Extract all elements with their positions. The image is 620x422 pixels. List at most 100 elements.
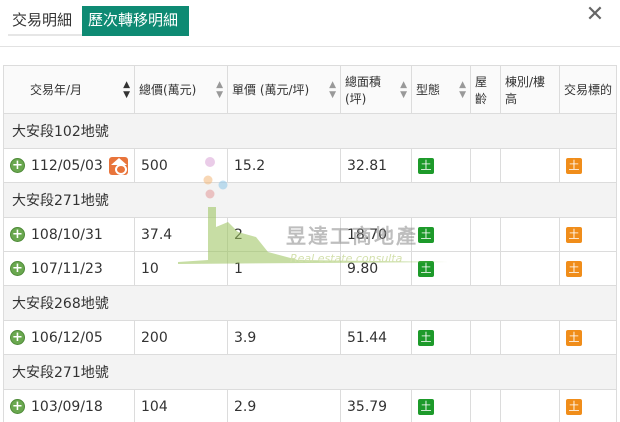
group-row: 大安段102地號 (3, 113, 617, 149)
unit-price-cell: 2 (227, 217, 341, 252)
land-type-badge: 土 (418, 261, 434, 277)
target-cell: 土 (559, 217, 617, 252)
land-target-badge: 土 (566, 261, 582, 277)
total-cell: 37.4 (134, 217, 228, 252)
area-cell: 51.44 (340, 320, 412, 355)
column-header-unit-price[interactable]: 單價 (萬元/坪) ▲ ▼ (227, 65, 341, 114)
header-divider (0, 46, 620, 47)
group-label: 大安段268地號 (3, 285, 617, 321)
type-cell: 土 (411, 251, 471, 286)
unit-price-cell: 2.9 (227, 389, 341, 422)
group-label: 大安段271地號 (3, 182, 617, 218)
date-value: 112/05/03 (31, 157, 103, 174)
date-value: 108/10/31 (31, 226, 103, 243)
floor-cell (500, 148, 560, 183)
column-header-floor: 棟別/樓高 (500, 65, 560, 114)
column-header-area[interactable]: 總面積 (坪) ▲ ▼ (340, 65, 412, 114)
type-cell: 土 (411, 148, 471, 183)
column-header-label: 型態 (416, 83, 441, 97)
group-row: 大安段271地號 (3, 354, 617, 390)
type-cell: 土 (411, 320, 471, 355)
floor-cell (500, 389, 560, 422)
date-value: 107/11/23 (31, 260, 103, 277)
date-cell: +107/11/23 (3, 251, 135, 286)
unit-price-cell: 3.9 (227, 320, 341, 355)
type-cell: 土 (411, 217, 471, 252)
expand-plus-icon[interactable]: + (10, 158, 25, 173)
group-row: 大安段268地號 (3, 285, 617, 321)
column-header-target: 交易標的 (559, 65, 617, 114)
transfer-table: 交易年/月 ▲ ▼ 總價(萬元) ▲ ▼ 單價 (萬元/坪) ▲ ▼ 總面積 (坪) ▲ ▼ 型… (3, 65, 617, 422)
column-header-total[interactable]: 總價(萬元) ▲ ▼ (134, 65, 228, 114)
tab-transfer-history[interactable]: 歷次轉移明細 (82, 6, 189, 36)
table-row: +103/09/18 104 2.9 35.79 土 土 (3, 389, 617, 422)
target-cell: 土 (559, 251, 617, 286)
land-target-badge: 土 (566, 330, 582, 346)
column-header-age: 屋齡 (470, 65, 501, 114)
expand-plus-icon[interactable]: + (10, 261, 25, 276)
land-type-badge: 土 (418, 158, 434, 174)
floor-cell (500, 217, 560, 252)
sort-icon: ▲ ▼ (400, 79, 407, 100)
total-cell: 104 (134, 389, 228, 422)
close-icon[interactable]: ✕ (584, 4, 606, 26)
tab-bar: 交易明細 歷次轉移明細 (8, 6, 189, 36)
sort-icon: ▲ ▼ (459, 79, 466, 100)
column-header-label: 交易年/月 (30, 83, 83, 97)
column-header-label: 總面積 (坪) (345, 74, 382, 106)
unit-price-cell: 1 (227, 251, 341, 286)
land-type-badge: 土 (418, 399, 434, 415)
group-row: 大安段271地號 (3, 182, 617, 218)
column-header-label: 交易標的 (564, 83, 613, 97)
group-label: 大安段102地號 (3, 113, 617, 149)
floor-cell (500, 320, 560, 355)
table-row: +108/10/31 37.4 2 18.70 土 土 (3, 217, 617, 252)
land-target-badge: 土 (566, 227, 582, 243)
tab-transaction-details[interactable]: 交易明細 (8, 6, 82, 36)
column-header-label: 總價(萬元) (139, 83, 197, 97)
age-cell (470, 251, 501, 286)
area-cell: 9.80 (340, 251, 412, 286)
table-row: +106/12/05 200 3.9 51.44 土 土 (3, 320, 617, 355)
column-header-label: 屋齡 (475, 74, 488, 106)
group-label: 大安段271地號 (3, 354, 617, 390)
column-header-type[interactable]: 型態 ▲ ▼ (411, 65, 471, 114)
table-header-row: 交易年/月 ▲ ▼ 總價(萬元) ▲ ▼ 單價 (萬元/坪) ▲ ▼ 總面積 (坪) ▲ ▼ 型… (3, 65, 617, 114)
total-cell: 200 (134, 320, 228, 355)
sort-icon: ▲ ▼ (216, 79, 223, 100)
age-cell (470, 148, 501, 183)
column-header-label: 單價 (萬元/坪) (232, 83, 310, 97)
column-header-label: 棟別/樓高 (505, 74, 546, 106)
expand-plus-icon[interactable]: + (10, 399, 25, 414)
land-target-badge: 土 (566, 158, 582, 174)
table-row: +107/11/23 10 1 9.80 土 土 (3, 251, 617, 286)
sort-icon: ▲ ▼ (329, 79, 336, 100)
unit-price-cell: 15.2 (227, 148, 341, 183)
date-cell: +106/12/05 (3, 320, 135, 355)
land-type-badge: 土 (418, 330, 434, 346)
target-cell: 土 (559, 148, 617, 183)
total-cell: 10 (134, 251, 228, 286)
expand-plus-icon[interactable]: + (10, 227, 25, 242)
age-cell (470, 217, 501, 252)
house-search-icon[interactable] (108, 156, 128, 175)
date-cell: +108/10/31 (3, 217, 135, 252)
type-cell: 土 (411, 389, 471, 422)
date-cell: +103/09/18 (3, 389, 135, 422)
floor-cell (500, 251, 560, 286)
area-cell: 18.70 (340, 217, 412, 252)
area-cell: 32.81 (340, 148, 412, 183)
age-cell (470, 389, 501, 422)
date-value: 106/12/05 (31, 329, 103, 346)
target-cell: 土 (559, 320, 617, 355)
age-cell (470, 320, 501, 355)
land-target-badge: 土 (566, 399, 582, 415)
date-value: 103/09/18 (31, 398, 103, 415)
column-header-date[interactable]: 交易年/月 ▲ ▼ (3, 65, 135, 114)
table-row: +112/05/03 500 15.2 32.81 土 土 (3, 148, 617, 183)
expand-plus-icon[interactable]: + (10, 330, 25, 345)
target-cell: 土 (559, 389, 617, 422)
date-cell: +112/05/03 (3, 148, 135, 183)
land-type-badge: 土 (418, 227, 434, 243)
total-cell: 500 (134, 148, 228, 183)
